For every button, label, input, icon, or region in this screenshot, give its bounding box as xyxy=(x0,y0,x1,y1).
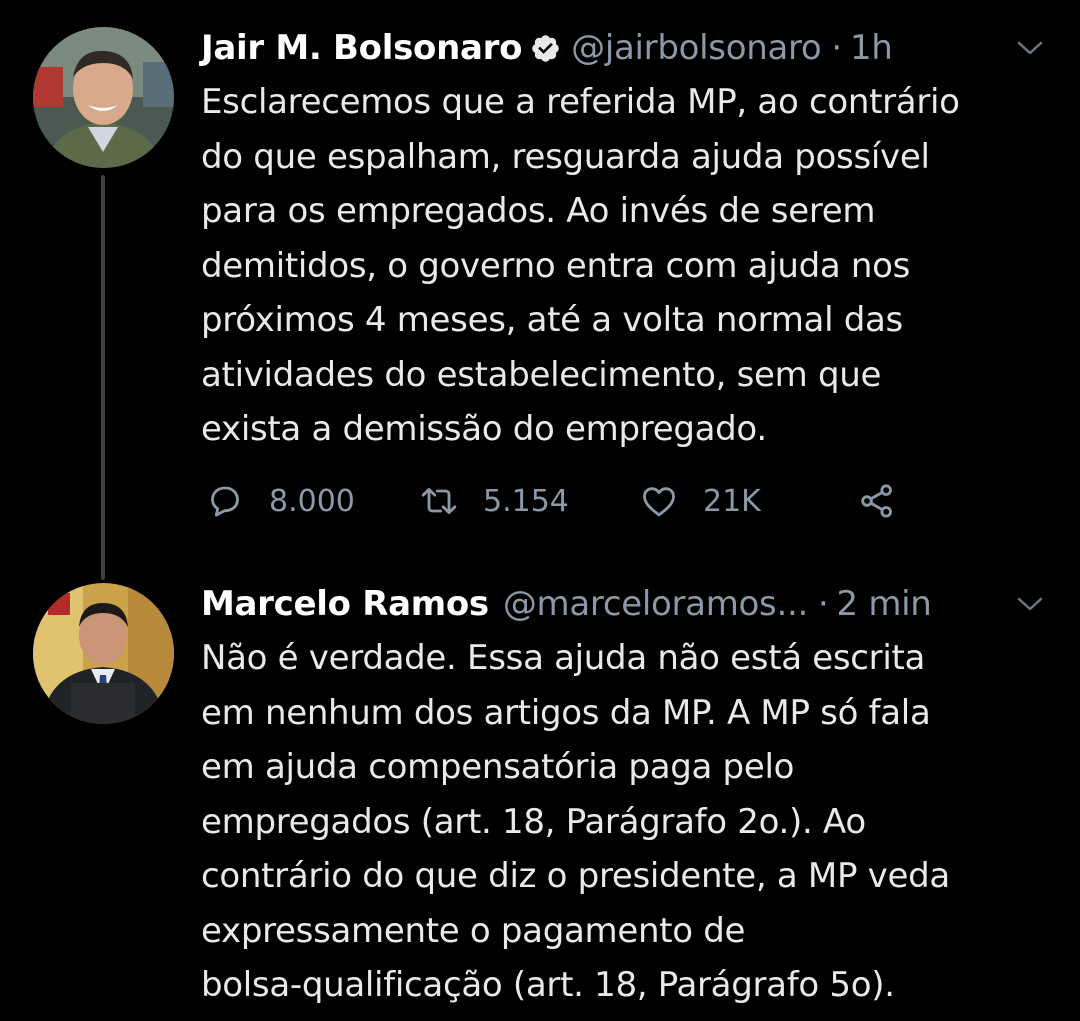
tweet-text-line: Não é verdade. Essa ajuda não está escri… xyxy=(201,638,926,678)
tweet-text-line: em ajuda compensatória paga pelo xyxy=(201,747,795,787)
tweet-actions: 8.000 5.154 21K xyxy=(205,479,925,523)
retweet-count: 5.154 xyxy=(483,483,569,519)
timestamp[interactable]: 2 min xyxy=(837,584,932,624)
tweet-text-line: empregados (art. 18, Parágrafo 2o.). Ao xyxy=(201,801,866,842)
tweet-text-line: para os empregados. Ao invés de serem xyxy=(201,191,876,231)
chevron-down-icon[interactable] xyxy=(1016,592,1044,616)
tweet-text: Não é verdade. Essa ajuda não está escri… xyxy=(201,631,1051,1013)
chevron-down-icon[interactable] xyxy=(1016,36,1044,60)
reply-count: 8.000 xyxy=(269,483,355,519)
tweet-text-line: demitidos, o governo entra com ajuda nos xyxy=(201,245,911,286)
display-name[interactable]: Marcelo Ramos xyxy=(201,584,489,624)
tweet-text-line: do que espalham, resguarda ajuda possíve… xyxy=(201,136,930,177)
tweet-text-line: Esclarecemos que a referida MP, ao contr… xyxy=(201,82,960,122)
tweet-text-line: bolsa-qualificação (art. 18, Parágrafo 5… xyxy=(201,965,895,1005)
avatar[interactable] xyxy=(33,583,174,724)
verified-badge-icon xyxy=(532,34,559,62)
separator-dot: · xyxy=(817,584,829,624)
display-name[interactable]: Jair M. Bolsonaro xyxy=(201,28,522,68)
tweet-header: Marcelo Ramos @marceloramos... · 2 min xyxy=(201,578,1044,630)
heart-icon xyxy=(643,487,675,517)
share-icon xyxy=(861,484,892,518)
tweet-text-line: expressamente o pagamento de xyxy=(201,910,746,951)
tweet-text: Esclarecemos que a referida MP, ao contr… xyxy=(201,75,1051,457)
tweet-text-line: exista a demissão do empregado. xyxy=(201,409,767,449)
thread-connector-line xyxy=(101,175,105,580)
retweet-button[interactable]: 5.154 xyxy=(419,479,569,523)
handle[interactable]: @jairbolsonaro xyxy=(571,28,822,68)
timestamp[interactable]: 1h xyxy=(850,28,893,68)
retweet-icon xyxy=(421,487,457,515)
like-button[interactable]: 21K xyxy=(639,479,761,523)
tweet-text-line: contrário do que diz o presidente, a MP … xyxy=(201,856,950,896)
reply-icon xyxy=(211,486,239,517)
separator-dot: · xyxy=(831,28,842,68)
share-button[interactable] xyxy=(857,479,897,523)
reply-button[interactable]: 8.000 xyxy=(205,479,355,523)
handle[interactable]: @marceloramos... xyxy=(503,584,808,624)
like-count: 21K xyxy=(703,483,761,519)
avatar[interactable] xyxy=(33,27,174,168)
tweet-header: Jair M. Bolsonaro @jairbolsonaro · 1h xyxy=(201,22,1044,74)
tweet-text-line: atividades do estabelecimento, sem que xyxy=(201,354,882,395)
tweet-text-line: próximos 4 meses, até a volta normal das xyxy=(201,300,903,340)
tweet-text-line: em nenhum dos artigos da MP. A MP só fal… xyxy=(201,692,931,733)
